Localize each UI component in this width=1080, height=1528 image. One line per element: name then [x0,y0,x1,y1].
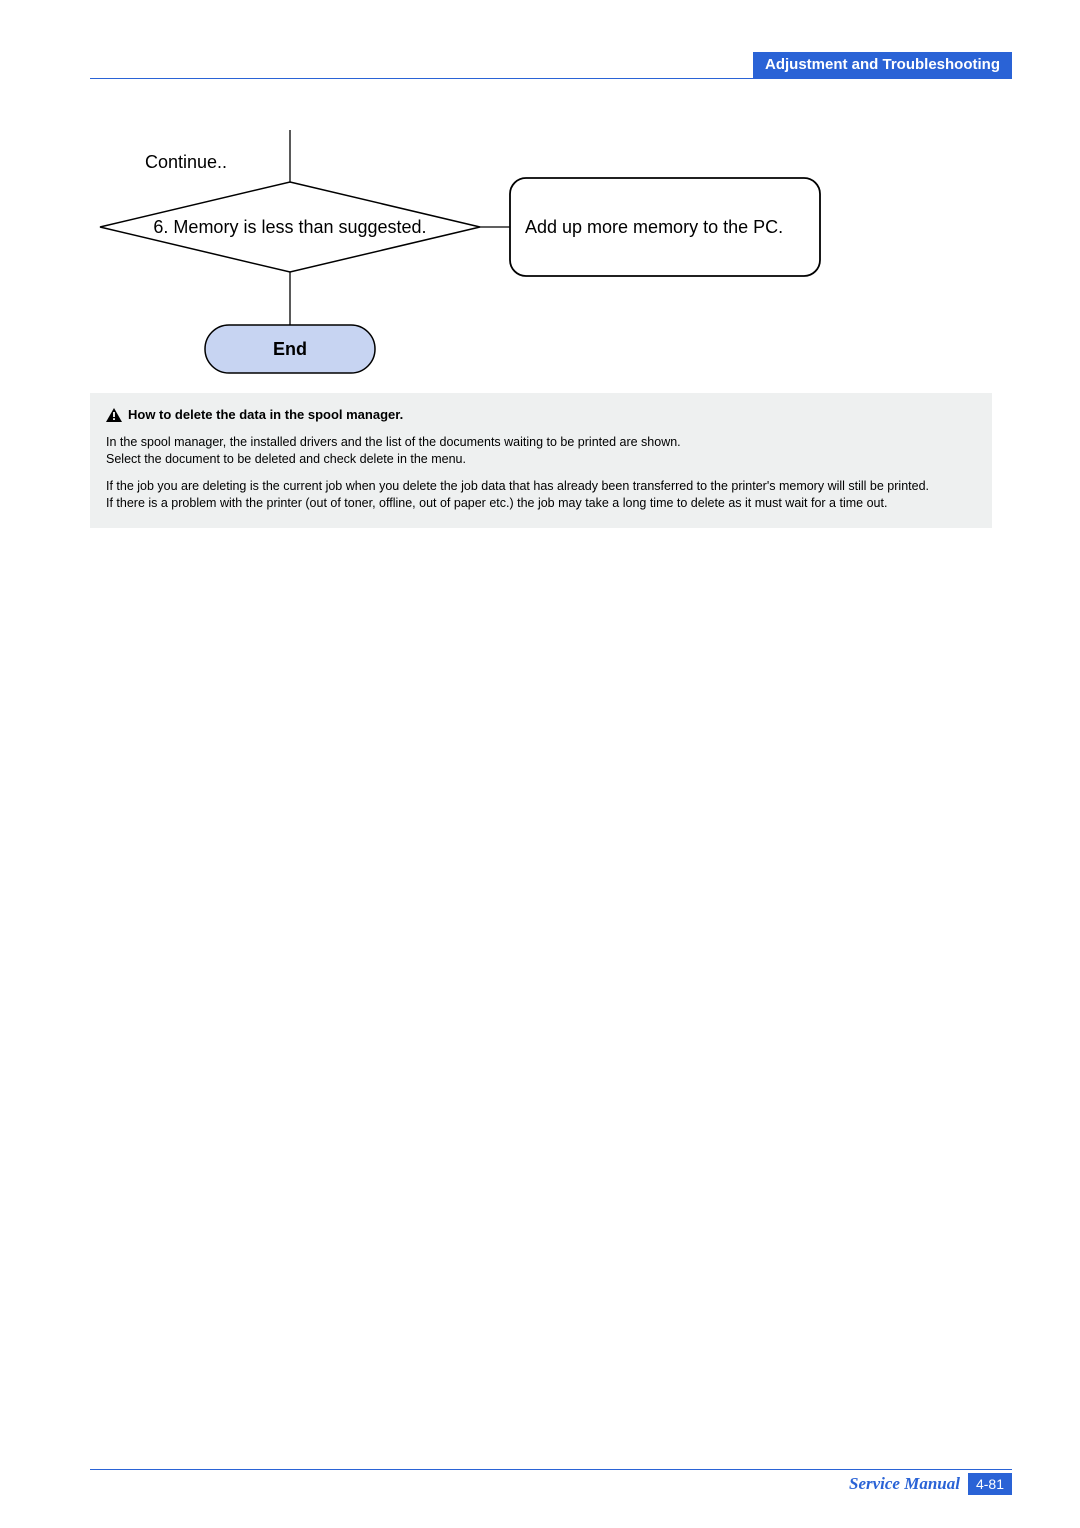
info-paragraph: In the spool manager, the installed driv… [106,434,976,468]
section-title: Adjustment and Troubleshooting [765,56,1000,73]
info-line: If the job you are deleting is the curre… [106,479,929,493]
info-line: Select the document to be deleted and ch… [106,452,466,466]
header-rule [90,78,1012,79]
footer-page-number: 4-81 [968,1473,1012,1495]
info-line: In the spool manager, the installed driv… [106,435,681,449]
info-title-row: How to delete the data in the spool mana… [106,407,976,422]
page: Adjustment and Troubleshooting Continue.… [0,0,1080,1528]
flowchart-end-text: End [273,339,307,359]
info-paragraph: If the job you are deleting is the curre… [106,478,976,512]
warning-icon [106,408,122,422]
flowchart-diagram: Continue.. 6. Memory is less than sugges… [90,130,990,390]
footer-label: Service Manual [849,1474,960,1494]
footer-rule [90,1469,1012,1470]
info-body: In the spool manager, the installed driv… [106,434,976,512]
info-title: How to delete the data in the spool mana… [128,407,403,422]
info-box: How to delete the data in the spool mana… [90,393,992,528]
info-line: If there is a problem with the printer (… [106,496,887,510]
footer: Service Manual 4-81 [849,1473,1012,1495]
flowchart-decision-text: 6. Memory is less than suggested. [153,217,426,237]
flowchart-action-text: Add up more memory to the PC. [525,217,783,237]
flowchart-continue-label: Continue.. [145,152,227,172]
section-header: Adjustment and Troubleshooting [753,52,1012,78]
